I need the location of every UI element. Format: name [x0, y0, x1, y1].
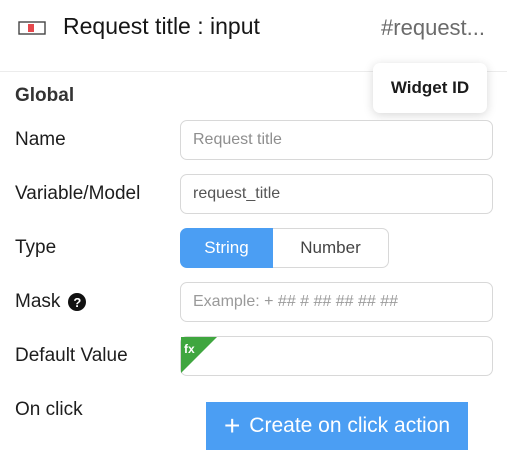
- section-title-global: Global: [15, 85, 75, 106]
- default-value-field[interactable]: [180, 336, 493, 376]
- variable-label: Variable/Model: [15, 183, 141, 204]
- plus-icon: +: [223, 410, 241, 441]
- text-input-icon: [18, 21, 46, 35]
- mask-label-row: Mask ?: [15, 291, 87, 313]
- fx-badge-label: fx: [184, 342, 195, 356]
- type-toggle: String Number: [180, 228, 389, 268]
- type-number-button[interactable]: Number: [273, 228, 389, 268]
- default-value-label: Default Value: [15, 345, 128, 366]
- widget-id[interactable]: #request...: [381, 15, 485, 41]
- variable-value: request_title: [193, 185, 281, 202]
- name-label: Name: [15, 129, 66, 150]
- help-icon[interactable]: ?: [68, 293, 87, 311]
- widget-title: Request title : input: [63, 13, 260, 39]
- mask-placeholder: Example: + ## # ## ## ## ##: [193, 293, 399, 310]
- mask-label: Mask: [15, 291, 61, 312]
- type-string-button[interactable]: String: [180, 228, 273, 268]
- on-click-label: On click: [15, 399, 83, 420]
- variable-field[interactable]: request_title: [180, 174, 493, 214]
- create-action-label: Create on click action: [249, 414, 451, 437]
- type-label: Type: [15, 237, 57, 258]
- mask-field[interactable]: Example: + ## # ## ## ## ##: [180, 282, 493, 322]
- name-placeholder: Request title: [193, 131, 282, 148]
- panel-header: Request title : input #request...: [0, 0, 507, 62]
- name-field[interactable]: Request title: [180, 120, 493, 160]
- tooltip-text: Widget ID: [390, 78, 470, 97]
- create-on-click-action-button[interactable]: + Create on click action: [206, 402, 468, 450]
- widget-id-tooltip: Widget ID: [373, 63, 487, 113]
